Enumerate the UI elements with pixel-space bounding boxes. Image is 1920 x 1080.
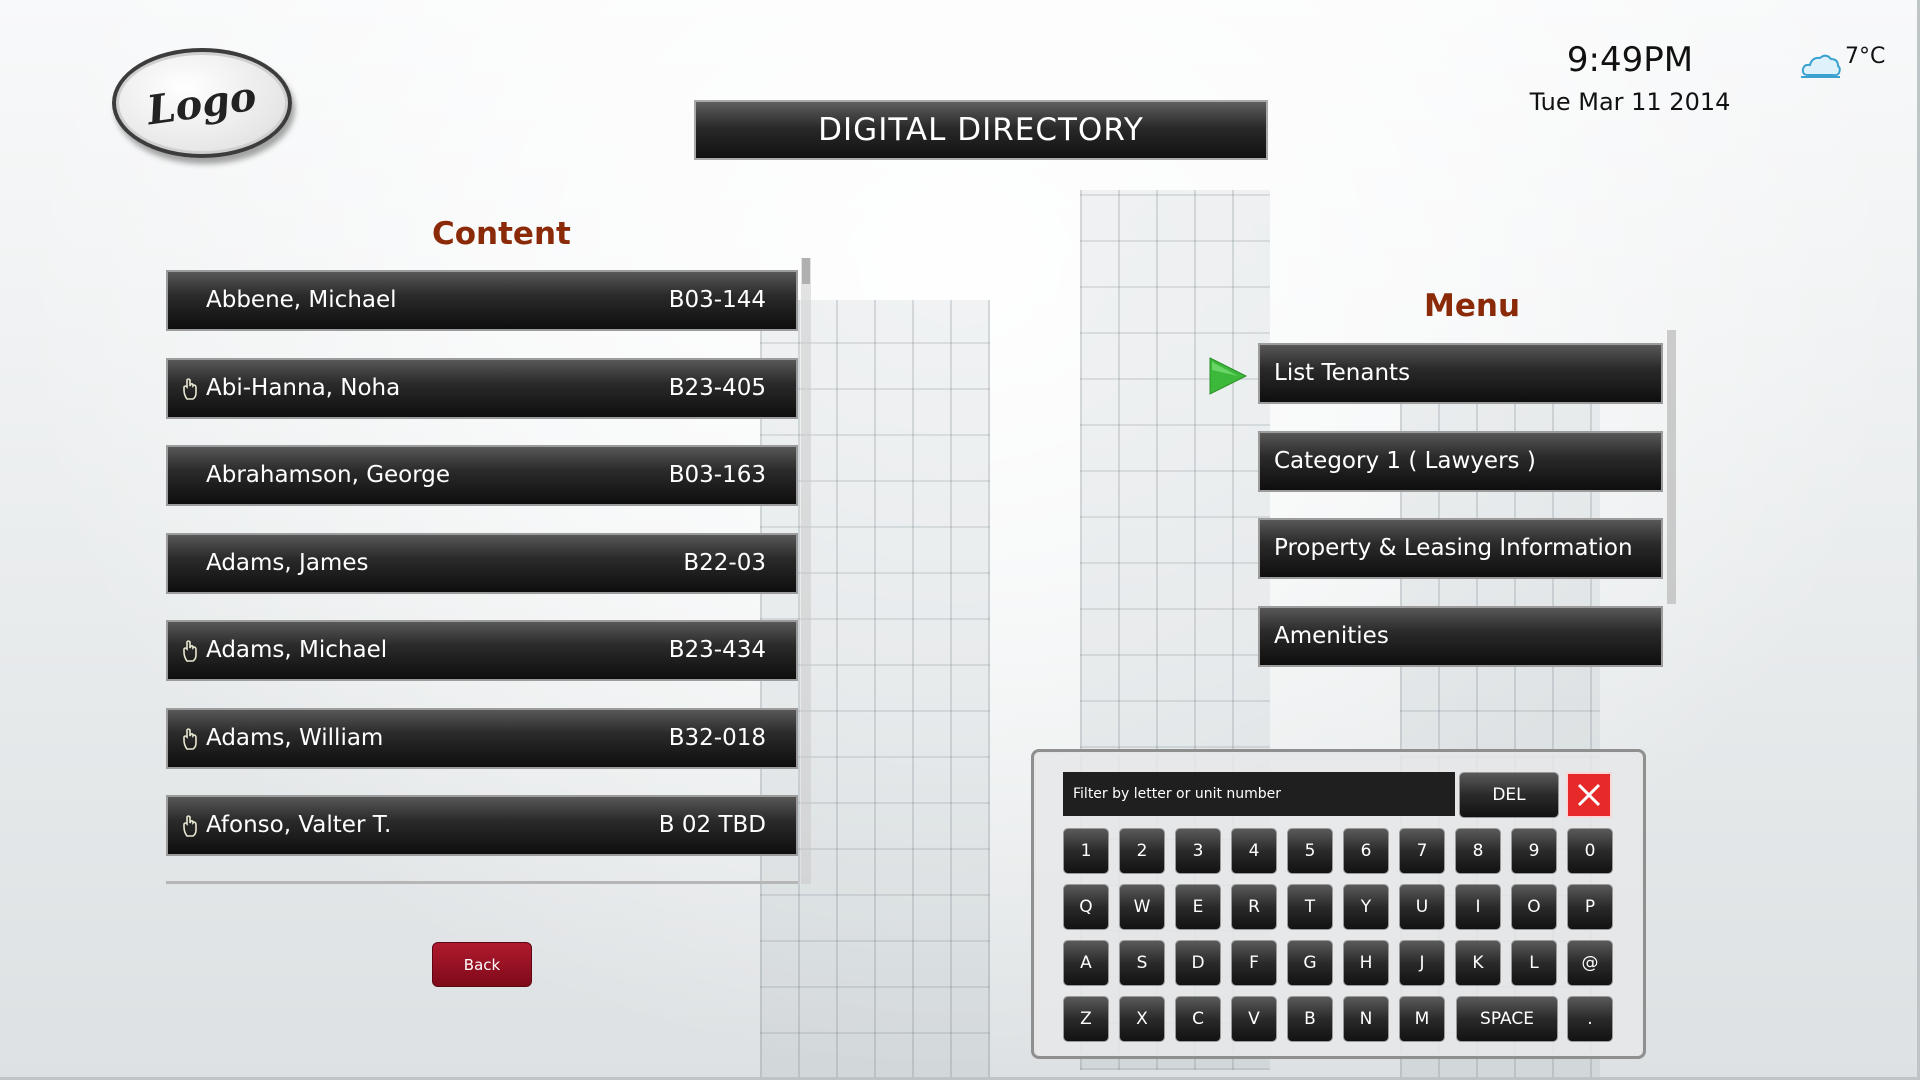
key-@[interactable]: @ [1567, 940, 1613, 986]
tenant-name: Adams, James [206, 549, 369, 576]
page-title: DIGITAL DIRECTORY [694, 100, 1268, 160]
key-e[interactable]: E [1175, 884, 1221, 930]
menu-item-label: Category 1 ( Lawyers ) [1274, 447, 1536, 474]
key-l[interactable]: L [1511, 940, 1557, 986]
content-title: Content [432, 216, 571, 252]
tenant-row[interactable]: Abrahamson, George B03-163 [166, 445, 798, 506]
key-h[interactable]: H [1343, 940, 1389, 986]
key-6[interactable]: 6 [1343, 828, 1389, 874]
tenant-unit: B03-144 [668, 287, 766, 313]
menu-item[interactable]: Property & Leasing Information [1258, 518, 1663, 579]
tenant-row[interactable]: Abi-Hanna, Noha B23-405 [166, 357, 798, 419]
tenant-row[interactable]: Abbene, Michael B03-144 [166, 270, 798, 331]
temperature: 7°C [1845, 44, 1886, 69]
key-u[interactable]: U [1399, 884, 1445, 930]
filter-input[interactable]: Filter by letter or unit number [1063, 772, 1455, 816]
hand-pointer-icon [183, 815, 197, 837]
menu-item[interactable]: Category 1 ( Lawyers ) [1258, 430, 1663, 492]
key-i[interactable]: I [1455, 884, 1501, 930]
hand-pointer-icon [183, 640, 197, 662]
key-g[interactable]: G [1287, 940, 1333, 986]
close-keyboard-button[interactable] [1566, 772, 1612, 818]
key-z[interactable]: Z [1063, 996, 1109, 1042]
back-button[interactable]: Back [432, 942, 532, 987]
menu-item-label: Amenities [1274, 622, 1389, 649]
key-8[interactable]: 8 [1455, 828, 1501, 874]
key-t[interactable]: T [1287, 884, 1333, 930]
key-period[interactable]: . [1567, 996, 1613, 1042]
logo-text: Logo [144, 72, 260, 134]
hand-pointer-icon [183, 377, 197, 400]
tenant-row[interactable]: Adams, Michael B23-434 [166, 620, 798, 681]
key-b[interactable]: B [1287, 996, 1333, 1042]
on-screen-keyboard: Filter by letter or unit number DEL 1234… [1031, 749, 1646, 1059]
key-1[interactable]: 1 [1063, 828, 1109, 874]
menu-item[interactable]: Amenities [1258, 605, 1663, 667]
key-s[interactable]: S [1119, 940, 1165, 986]
key-5[interactable]: 5 [1287, 828, 1333, 874]
menu-item[interactable]: List Tenants [1258, 343, 1663, 404]
menu-item-label: List Tenants [1274, 360, 1411, 386]
key-n[interactable]: N [1343, 996, 1389, 1042]
tenant-unit: B 02 TBD [658, 812, 766, 838]
menu-title: Menu [1424, 288, 1521, 324]
hand-pointer-icon [183, 727, 197, 750]
selected-arrow-icon [1209, 357, 1248, 395]
tenant-name: Abbene, Michael [206, 287, 397, 313]
key-k[interactable]: K [1455, 940, 1501, 986]
tenant-unit: B32-018 [668, 724, 766, 751]
menu-scrollbar[interactable] [1667, 330, 1676, 604]
key-f[interactable]: F [1231, 940, 1277, 986]
tenant-unit: B22-03 [683, 549, 766, 576]
key-y[interactable]: Y [1343, 884, 1389, 930]
tenant-name: Adams, Michael [206, 637, 388, 663]
list-divider [166, 881, 798, 884]
key-7[interactable]: 7 [1399, 828, 1445, 874]
tenant-name: Adams, William [206, 724, 384, 751]
key-w[interactable]: W [1119, 884, 1165, 930]
key-3[interactable]: 3 [1175, 828, 1221, 874]
scrollbar-thumb[interactable] [802, 258, 810, 284]
date: Tue Mar 11 2014 [1529, 88, 1731, 116]
menu-item-label: Property & Leasing Information [1274, 535, 1633, 561]
close-icon [1577, 783, 1601, 807]
clock: 9:49PM [1566, 40, 1694, 80]
key-j[interactable]: J [1399, 940, 1445, 986]
del-key[interactable]: DEL [1459, 772, 1559, 818]
key-c[interactable]: C [1175, 996, 1221, 1042]
tenant-unit: B23-405 [668, 374, 766, 401]
logo: Logo [112, 48, 292, 158]
key-d[interactable]: D [1175, 940, 1221, 986]
tenant-unit: B03-163 [668, 462, 766, 488]
key-0[interactable]: 0 [1567, 828, 1613, 874]
tenant-name: Afonso, Valter T. [206, 812, 392, 838]
tenant-list-scrollbar[interactable] [801, 258, 811, 884]
key-o[interactable]: O [1511, 884, 1557, 930]
tenant-row[interactable]: Afonso, Valter T. B 02 TBD [166, 795, 798, 856]
tenant-row[interactable]: Adams, William B32-018 [166, 707, 798, 769]
key-p[interactable]: P [1567, 884, 1613, 930]
key-x[interactable]: X [1119, 996, 1165, 1042]
tenant-name: Abrahamson, George [206, 462, 451, 488]
space-key[interactable]: SPACE [1456, 996, 1558, 1042]
key-m[interactable]: M [1399, 996, 1445, 1042]
tenant-row[interactable]: Adams, James B22-03 [166, 532, 798, 594]
key-2[interactable]: 2 [1119, 828, 1165, 874]
tenant-unit: B23-434 [668, 637, 766, 663]
key-9[interactable]: 9 [1511, 828, 1557, 874]
key-r[interactable]: R [1231, 884, 1277, 930]
cloud-icon [1801, 54, 1841, 78]
key-4[interactable]: 4 [1231, 828, 1277, 874]
key-a[interactable]: A [1063, 940, 1109, 986]
tenant-name: Abi-Hanna, Noha [206, 374, 401, 401]
key-q[interactable]: Q [1063, 884, 1109, 930]
key-v[interactable]: V [1231, 996, 1277, 1042]
